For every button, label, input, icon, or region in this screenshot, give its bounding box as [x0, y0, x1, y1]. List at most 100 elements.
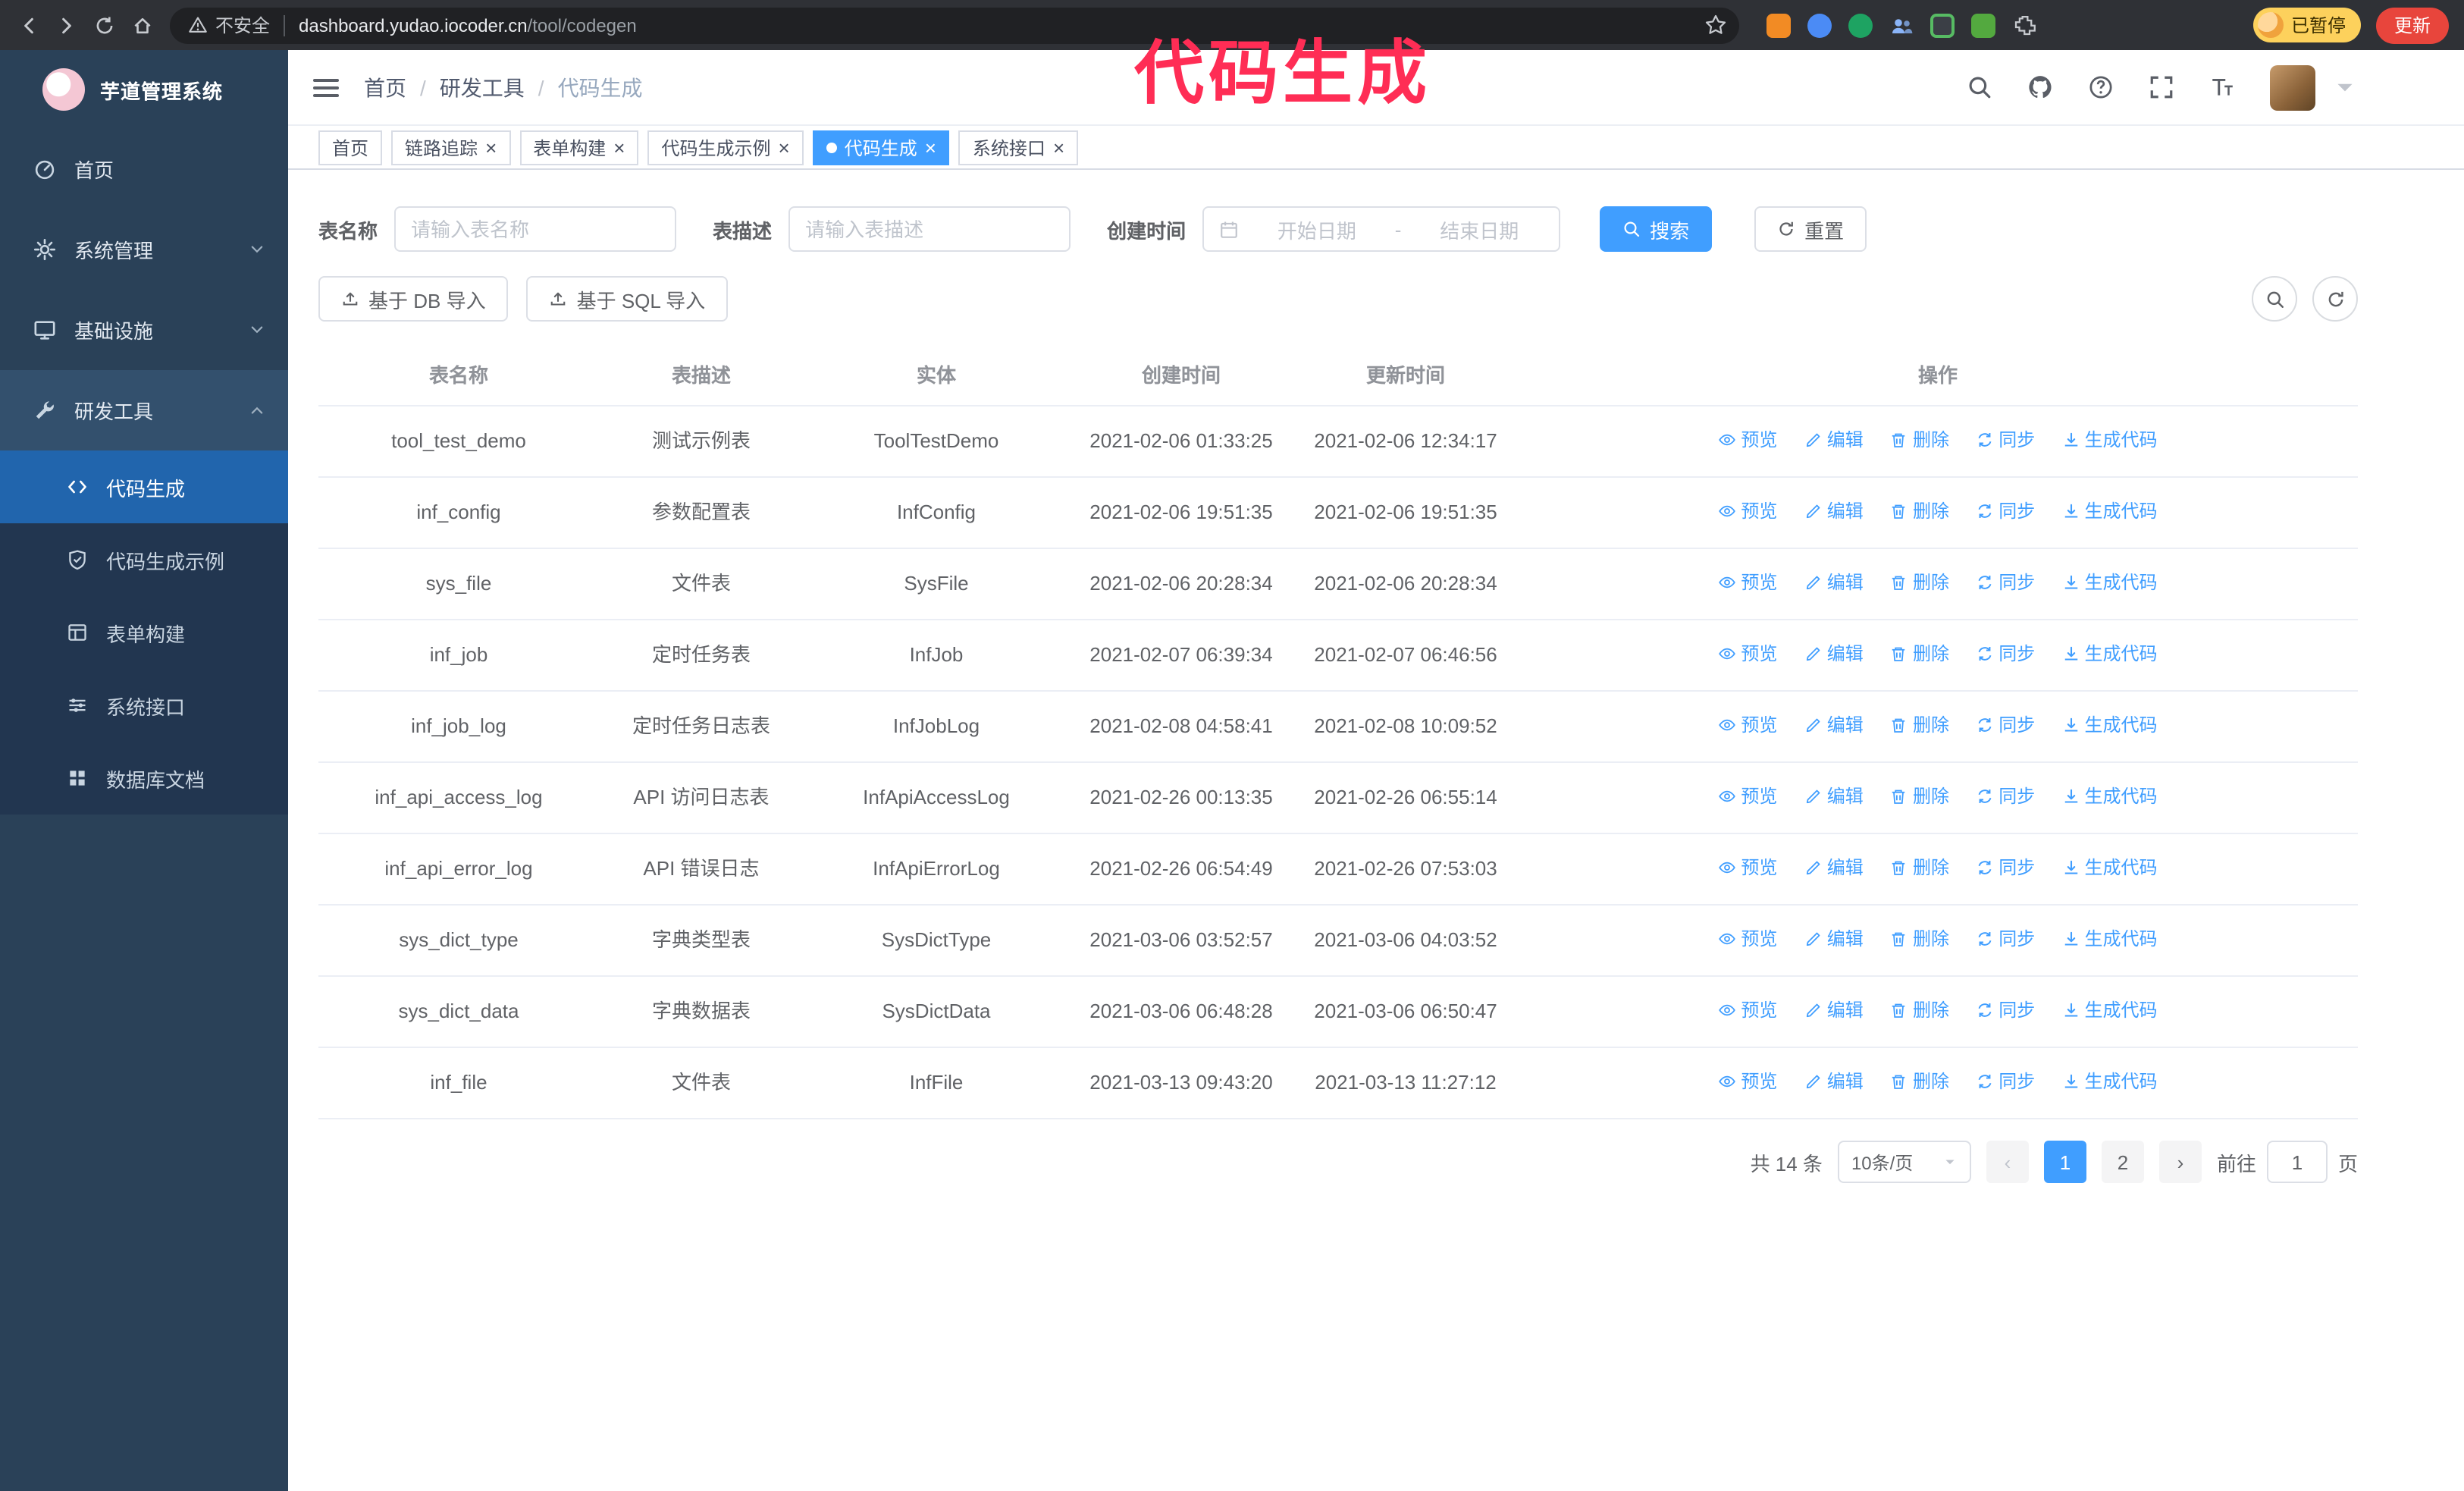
delete-link[interactable]: 删除: [1890, 425, 1949, 455]
delete-link[interactable]: 删除: [1890, 924, 1949, 954]
edit-link[interactable]: 编辑: [1804, 1066, 1864, 1097]
edit-link[interactable]: 编辑: [1804, 496, 1864, 526]
generate-code-link[interactable]: 生成代码: [2062, 995, 2158, 1025]
preview-link[interactable]: 预览: [1718, 995, 1777, 1025]
extensions-puzzle-icon[interactable]: [2012, 13, 2036, 37]
browser-update-button[interactable]: 更新: [2375, 7, 2449, 43]
import-sql-button[interactable]: 基于 SQL 导入: [526, 276, 729, 322]
close-icon[interactable]: ×: [613, 137, 625, 157]
sidebar-item-infra[interactable]: 基础设施: [0, 290, 288, 370]
delete-link[interactable]: 删除: [1890, 781, 1949, 811]
breadcrumb-item[interactable]: 首页: [364, 72, 406, 102]
delete-link[interactable]: 删除: [1890, 1066, 1949, 1097]
sidebar-item-db-doc[interactable]: 数据库文档: [0, 742, 288, 815]
goto-page-input[interactable]: [2266, 1141, 2328, 1183]
sidebar-item-form-builder[interactable]: 表单构建: [0, 596, 288, 669]
browser-forward-button[interactable]: [47, 6, 85, 44]
table-desc-input[interactable]: [788, 206, 1071, 252]
generate-code-link[interactable]: 生成代码: [2062, 710, 2158, 740]
close-icon[interactable]: ×: [779, 137, 790, 157]
browser-home-button[interactable]: [123, 6, 161, 44]
close-icon[interactable]: ×: [925, 137, 936, 157]
tab-home[interactable]: 首页: [318, 130, 383, 165]
delete-link[interactable]: 删除: [1890, 567, 1949, 598]
sidebar-toggle-icon[interactable]: [311, 72, 341, 102]
edit-link[interactable]: 编辑: [1804, 425, 1864, 455]
sidebar-item-codegen-example[interactable]: 代码生成示例: [0, 523, 288, 596]
next-page-button[interactable]: ›: [2158, 1141, 2202, 1183]
font-size-icon[interactable]: [2209, 74, 2235, 100]
page-button-1[interactable]: 1: [2043, 1141, 2086, 1183]
extension-icon-green-square[interactable]: [1971, 13, 1995, 37]
sync-link[interactable]: 同步: [1976, 995, 2035, 1025]
edit-link[interactable]: 编辑: [1804, 995, 1864, 1025]
preview-link[interactable]: 预览: [1718, 710, 1777, 740]
generate-code-link[interactable]: 生成代码: [2062, 852, 2158, 883]
browser-reload-button[interactable]: [85, 6, 123, 44]
user-avatar[interactable]: [2270, 64, 2315, 110]
fullscreen-icon[interactable]: [2149, 74, 2174, 100]
close-icon[interactable]: ×: [1053, 137, 1064, 157]
sync-link[interactable]: 同步: [1976, 639, 2035, 669]
preview-link[interactable]: 预览: [1718, 639, 1777, 669]
import-db-button[interactable]: 基于 DB 导入: [318, 276, 509, 322]
refresh-table-button[interactable]: [2312, 276, 2358, 322]
generate-code-link[interactable]: 生成代码: [2062, 567, 2158, 598]
browser-profile-paused-badge[interactable]: 已暂停: [2252, 8, 2361, 42]
sync-link[interactable]: 同步: [1976, 852, 2035, 883]
delete-link[interactable]: 删除: [1890, 852, 1949, 883]
edit-link[interactable]: 编辑: [1804, 781, 1864, 811]
bookmark-star-icon[interactable]: [1704, 14, 1727, 36]
delete-link[interactable]: 删除: [1890, 639, 1949, 669]
sync-link[interactable]: 同步: [1976, 496, 2035, 526]
extension-icon-dark[interactable]: [1930, 13, 1955, 37]
help-icon[interactable]: [2088, 74, 2114, 100]
generate-code-link[interactable]: 生成代码: [2062, 781, 2158, 811]
github-icon[interactable]: [2027, 74, 2053, 100]
tab-codegen[interactable]: 代码生成 ×: [812, 130, 950, 165]
delete-link[interactable]: 删除: [1890, 710, 1949, 740]
sync-link[interactable]: 同步: [1976, 1066, 2035, 1097]
caret-down-icon[interactable]: [2332, 74, 2358, 100]
tab-form-builder[interactable]: 表单构建 ×: [519, 130, 639, 165]
sync-link[interactable]: 同步: [1976, 781, 2035, 811]
generate-code-link[interactable]: 生成代码: [2062, 639, 2158, 669]
generate-code-link[interactable]: 生成代码: [2062, 425, 2158, 455]
edit-link[interactable]: 编辑: [1804, 852, 1864, 883]
reset-button[interactable]: 重置: [1754, 206, 1867, 252]
generate-code-link[interactable]: 生成代码: [2062, 496, 2158, 526]
sidebar-item-devtools[interactable]: 研发工具: [0, 370, 288, 450]
generate-code-link[interactable]: 生成代码: [2062, 1066, 2158, 1097]
extension-icon-people[interactable]: [1889, 13, 1914, 37]
breadcrumb-item[interactable]: 研发工具: [440, 72, 525, 102]
address-bar[interactable]: 不安全 dashboard.yudao.iocoder.cn/tool/code…: [170, 7, 1739, 43]
search-button[interactable]: 搜索: [1600, 206, 1713, 252]
sync-link[interactable]: 同步: [1976, 425, 2035, 455]
edit-link[interactable]: 编辑: [1804, 924, 1864, 954]
edit-link[interactable]: 编辑: [1804, 710, 1864, 740]
extension-icon-orange[interactable]: [1766, 13, 1791, 37]
browser-back-button[interactable]: [9, 6, 47, 44]
delete-link[interactable]: 删除: [1890, 496, 1949, 526]
sync-link[interactable]: 同步: [1976, 924, 2035, 954]
page-size-select[interactable]: 10条/页: [1837, 1141, 1971, 1183]
toggle-search-button[interactable]: [2252, 276, 2297, 322]
preview-link[interactable]: 预览: [1718, 852, 1777, 883]
sidebar-item-api[interactable]: 系统接口: [0, 669, 288, 742]
date-range-picker[interactable]: 开始日期 - 结束日期: [1202, 206, 1561, 252]
preview-link[interactable]: 预览: [1718, 425, 1777, 455]
generate-code-link[interactable]: 生成代码: [2062, 924, 2158, 954]
preview-link[interactable]: 预览: [1718, 781, 1777, 811]
page-button-2[interactable]: 2: [2101, 1141, 2144, 1183]
sidebar-item-home[interactable]: 首页: [0, 129, 288, 209]
prev-page-button[interactable]: ‹: [1986, 1141, 2029, 1183]
delete-link[interactable]: 删除: [1890, 995, 1949, 1025]
tab-api[interactable]: 系统接口 ×: [958, 130, 1079, 165]
preview-link[interactable]: 预览: [1718, 1066, 1777, 1097]
tab-trace[interactable]: 链路追踪 ×: [391, 130, 511, 165]
sync-link[interactable]: 同步: [1976, 710, 2035, 740]
tab-codegen-example[interactable]: 代码生成示例 ×: [647, 130, 804, 165]
close-icon[interactable]: ×: [485, 137, 497, 157]
edit-link[interactable]: 编辑: [1804, 567, 1864, 598]
extension-icon-blue[interactable]: [1807, 13, 1832, 37]
